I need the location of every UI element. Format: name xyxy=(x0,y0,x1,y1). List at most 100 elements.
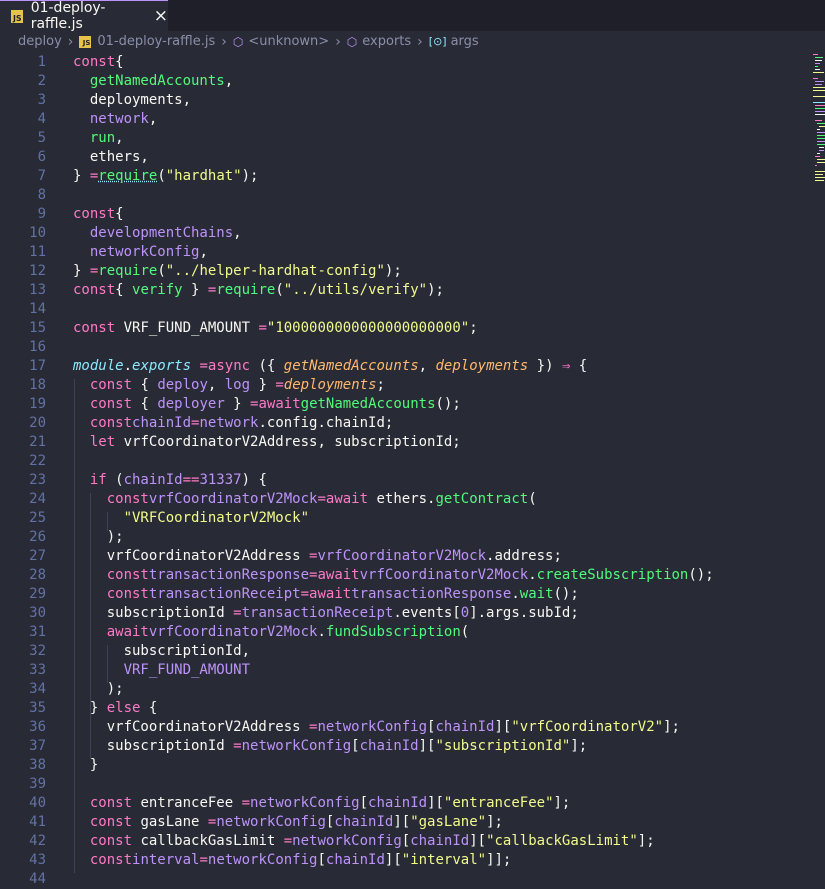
code-line[interactable]: 18 const { deploy, log } =deployments; xyxy=(0,376,812,395)
code-line[interactable]: 2 getNamedAccounts, xyxy=(0,72,812,91)
code-line[interactable]: 37 subscriptionId =networkConfig[chainId… xyxy=(0,737,812,756)
code-token: .config.chainId; xyxy=(258,415,394,431)
breadcrumb-args[interactable]: [⊙] args xyxy=(429,34,479,49)
code-editor[interactable]: 1 const{2 getNamedAccounts, 3 deployments,… xyxy=(0,52,825,887)
code-line[interactable]: 28 consttransactionResponse=awaitvrfCoor… xyxy=(0,566,812,585)
code-line[interactable]: 7} =require("hardhat"); xyxy=(0,167,812,186)
code-text: subscriptionId =transactionReceipt.event… xyxy=(73,604,579,623)
code-token: [ xyxy=(359,795,369,811)
code-line[interactable]: 5 run, xyxy=(0,129,812,148)
code-token: (); xyxy=(435,396,461,412)
line-number: 34 xyxy=(29,681,46,697)
code-token: . xyxy=(317,624,326,640)
code-line[interactable]: 20 constchainId=network.config.chainId; xyxy=(0,414,812,433)
code-line[interactable]: 9 const{ xyxy=(0,205,812,224)
code-line[interactable]: 14 xyxy=(0,300,812,319)
code-token: = xyxy=(233,738,242,754)
code-token: vrfCoordinatorV2Address xyxy=(73,548,310,564)
code-line[interactable]: 41 const gasLane =networkConfig[chainId]… xyxy=(0,813,812,832)
editor-tab[interactable]: JS 01-deploy-raffle.js × xyxy=(0,0,168,32)
code-line[interactable]: 4 network, xyxy=(0,110,812,129)
minimap[interactable] xyxy=(812,52,825,192)
code-line[interactable]: 38 } xyxy=(0,756,812,775)
code-line[interactable]: 27 vrfCoordinatorV2Address =vrfCoordinat… xyxy=(0,547,812,566)
code-line[interactable]: 15 const VRF_FUND_AMOUNT ="10000000000000… xyxy=(0,319,812,338)
code-line[interactable]: 40 const entranceFee =networkConfig[chai… xyxy=(0,794,812,813)
breadcrumb-unknown[interactable]: ⬡ <unknown> xyxy=(233,34,329,49)
code-line[interactable]: 31 awaitvrfCoordinatorV2Mock.fundSubscri… xyxy=(0,623,812,642)
code-token: = xyxy=(199,358,208,374)
code-line[interactable]: 29 consttransactionReceipt=awaittransact… xyxy=(0,585,812,604)
code-token: chainId xyxy=(123,472,183,488)
code-token: , xyxy=(207,377,225,393)
code-line[interactable]: 12} =require("../helper-hardhat-config")… xyxy=(0,262,812,281)
line-number: 22 xyxy=(29,453,46,469)
code-line[interactable]: 25 "VRFCoordinatorV2Mock" xyxy=(0,509,812,528)
code-line[interactable]: 3 deployments, xyxy=(0,91,812,110)
code-token: require xyxy=(98,263,158,279)
code-line[interactable]: 17 module.exports =async ({ getNamedAccou… xyxy=(0,357,812,376)
code-token: entranceFee xyxy=(132,795,242,811)
code-token: , xyxy=(233,225,242,241)
code-line[interactable]: 22 xyxy=(0,452,812,471)
code-line[interactable]: 11 networkConfig, xyxy=(0,243,812,262)
code-line[interactable]: 30 subscriptionId =transactionReceipt.ev… xyxy=(0,604,812,623)
code-token: if xyxy=(89,472,107,488)
code-token: . xyxy=(123,358,133,374)
code-line[interactable]: 43 constinterval=networkConfig[chainId][… xyxy=(0,851,812,870)
code-line[interactable]: 32 subscriptionId, xyxy=(0,642,812,661)
code-line[interactable]: 36 vrfCoordinatorV2Address =networkConfi… xyxy=(0,718,812,737)
close-icon[interactable]: × xyxy=(154,6,168,26)
code-text: network, xyxy=(73,110,157,129)
code-text: } =require("../helper-hardhat-config"); xyxy=(73,262,402,281)
code-line[interactable]: 42 const callbackGasLimit =networkConfig… xyxy=(0,832,812,851)
code-token: 31337 xyxy=(199,472,242,488)
code-line[interactable]: 21 let vrfCoordinatorV2Address, subscrip… xyxy=(0,433,812,452)
code-line[interactable]: 44 xyxy=(0,870,812,889)
code-token: const xyxy=(73,206,116,222)
code-line[interactable]: 26 ); xyxy=(0,528,812,547)
code-line[interactable]: 19 const { deployer } =awaitgetNamedAcco… xyxy=(0,395,812,414)
code-token: { xyxy=(115,206,124,222)
breadcrumb-unknown-label: <unknown> xyxy=(248,34,330,49)
code-line[interactable]: 39 xyxy=(0,775,812,794)
code-line[interactable]: 8 xyxy=(0,186,812,205)
code-line[interactable]: 34 ); xyxy=(0,680,812,699)
code-token: , xyxy=(115,130,124,146)
code-token: chainId xyxy=(410,833,470,849)
breadcrumb-exports[interactable]: ⬡ exports xyxy=(347,34,411,49)
code-token: wait xyxy=(519,586,554,602)
code-token: = xyxy=(283,833,293,849)
code-line[interactable]: 1 const{ xyxy=(0,53,812,72)
code-line[interactable]: 24 constvrfCoordinatorV2Mock=await ether… xyxy=(0,490,812,509)
tab-bar: JS 01-deploy-raffle.js × xyxy=(0,0,825,32)
code-line[interactable]: 6 ethers, xyxy=(0,148,812,167)
code-line[interactable]: 10 developmentChains, xyxy=(0,224,812,243)
chevron-right-icon: › xyxy=(417,33,423,50)
code-token: { xyxy=(132,396,158,412)
chevron-right-icon: › xyxy=(335,33,341,50)
breadcrumb-folder[interactable]: deploy xyxy=(18,34,62,49)
code-line[interactable]: 35 } else { xyxy=(0,699,812,718)
code-line[interactable]: 23 if (chainId==31337) { xyxy=(0,471,812,490)
code-token: ][ xyxy=(418,738,436,754)
code-text: const { deployer } =awaitgetNamedAccount… xyxy=(73,395,461,414)
code-text: constinterval=networkConfig[chainId]["in… xyxy=(73,851,512,870)
code-line[interactable]: 16 xyxy=(0,338,812,357)
code-token: networkConfig xyxy=(250,795,360,811)
code-token: "vrfCoordinatorV2" xyxy=(511,719,664,735)
code-line[interactable]: 13 const{ verify } =require("../utils/ver… xyxy=(0,281,812,300)
code-text: run, xyxy=(73,129,124,148)
code-token: ; xyxy=(469,320,478,336)
breadcrumb-file[interactable]: JS 01-deploy-raffle.js xyxy=(79,34,215,49)
code-token: const xyxy=(73,320,116,336)
line-number: 1 xyxy=(37,54,46,70)
code-token: vrfCoordinatorV2Mock xyxy=(359,567,529,583)
code-line[interactable]: 33 VRF_FUND_AMOUNT xyxy=(0,661,812,680)
code-token: "entranceFee" xyxy=(443,795,554,811)
line-number: 8 xyxy=(37,187,46,203)
